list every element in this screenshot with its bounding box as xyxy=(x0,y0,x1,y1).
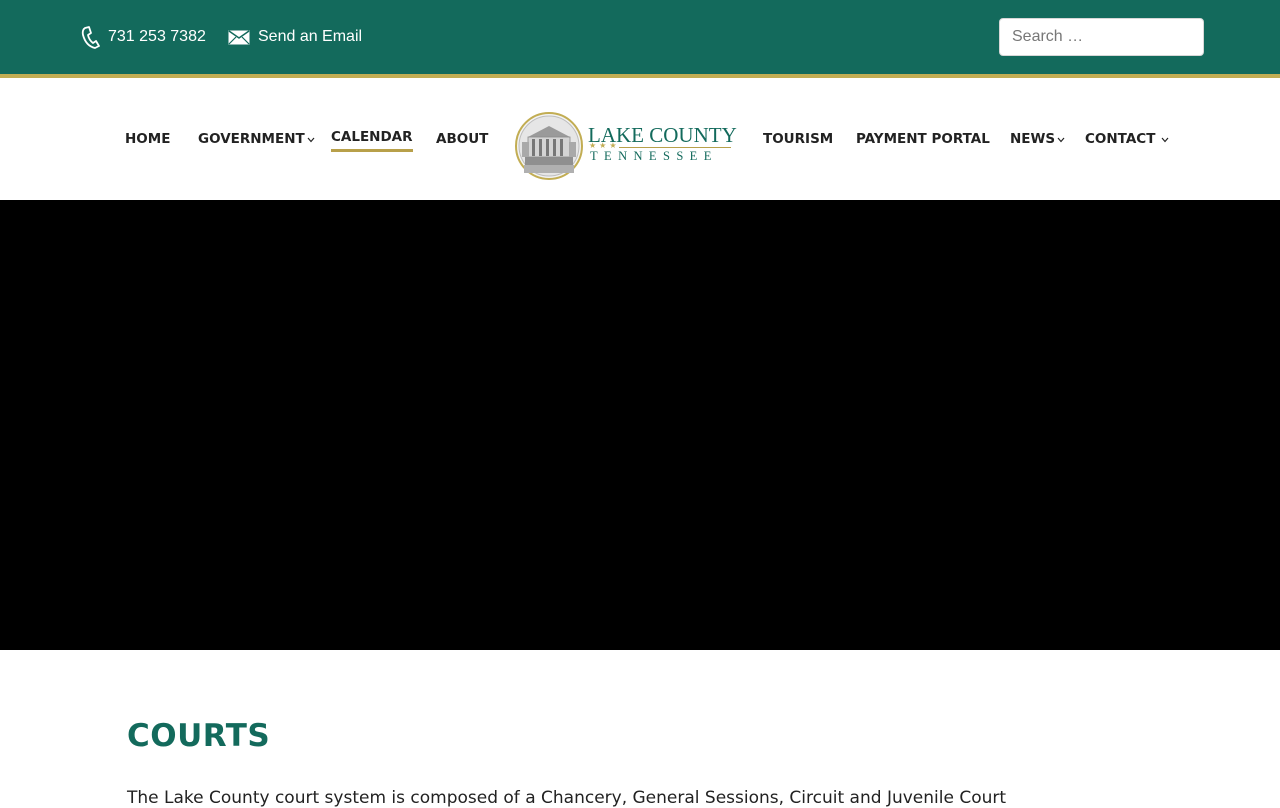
nav-item-label: CALENDAR xyxy=(331,129,413,152)
nav-item-news[interactable]: NEWS xyxy=(1010,78,1065,200)
email-contact[interactable]: Send an Email xyxy=(228,25,362,49)
nav-item-about[interactable]: ABOUT xyxy=(436,78,488,200)
courthouse-seal-icon xyxy=(515,112,583,180)
nav-item-contact[interactable]: CONTACT xyxy=(1085,78,1169,200)
nav-item-calendar[interactable]: CALENDAR xyxy=(331,78,413,200)
nav-item-label: HOME xyxy=(125,131,171,147)
chevron-down-icon xyxy=(307,131,315,147)
phone-icon xyxy=(81,26,100,49)
nav-item-label: TOURISM xyxy=(763,131,834,147)
nav-item-label: ABOUT xyxy=(436,131,489,147)
phone-contact[interactable]: 731 253 7382 xyxy=(80,25,206,49)
nav-item-label: NEWS xyxy=(1010,131,1056,147)
envelope-icon xyxy=(228,30,250,45)
top-bar: 731 253 7382 Send an Email xyxy=(0,0,1280,74)
nav-item-label: GOVERNMENT xyxy=(198,131,305,147)
hero-banner xyxy=(0,200,1280,650)
nav-item-label: PAYMENT PORTAL xyxy=(856,131,990,147)
chevron-down-icon xyxy=(1057,131,1065,147)
nav-item-home[interactable]: HOME xyxy=(125,78,170,200)
intro-paragraph: The Lake County court system is composed… xyxy=(127,788,1007,808)
nav-item-payment-portal[interactable]: PAYMENT PORTAL xyxy=(856,78,990,200)
page-title: COURTS xyxy=(127,718,271,754)
nav-item-label: CONTACT xyxy=(1085,131,1156,147)
nav-item-tourism[interactable]: TOURISM xyxy=(763,78,833,200)
nav-item-government[interactable]: GOVERNMENT xyxy=(198,78,315,200)
logo-divider xyxy=(619,147,731,148)
phone-number[interactable]: 731 253 7382 xyxy=(108,28,206,46)
chevron-down-icon xyxy=(1161,131,1169,147)
site-logo[interactable]: LAKE COUNTY ★★★ TENNESSEE xyxy=(514,109,737,183)
email-link[interactable]: Send an Email xyxy=(258,28,362,46)
search-input[interactable] xyxy=(999,18,1204,56)
logo-subtitle: TENNESSEE xyxy=(590,149,718,163)
